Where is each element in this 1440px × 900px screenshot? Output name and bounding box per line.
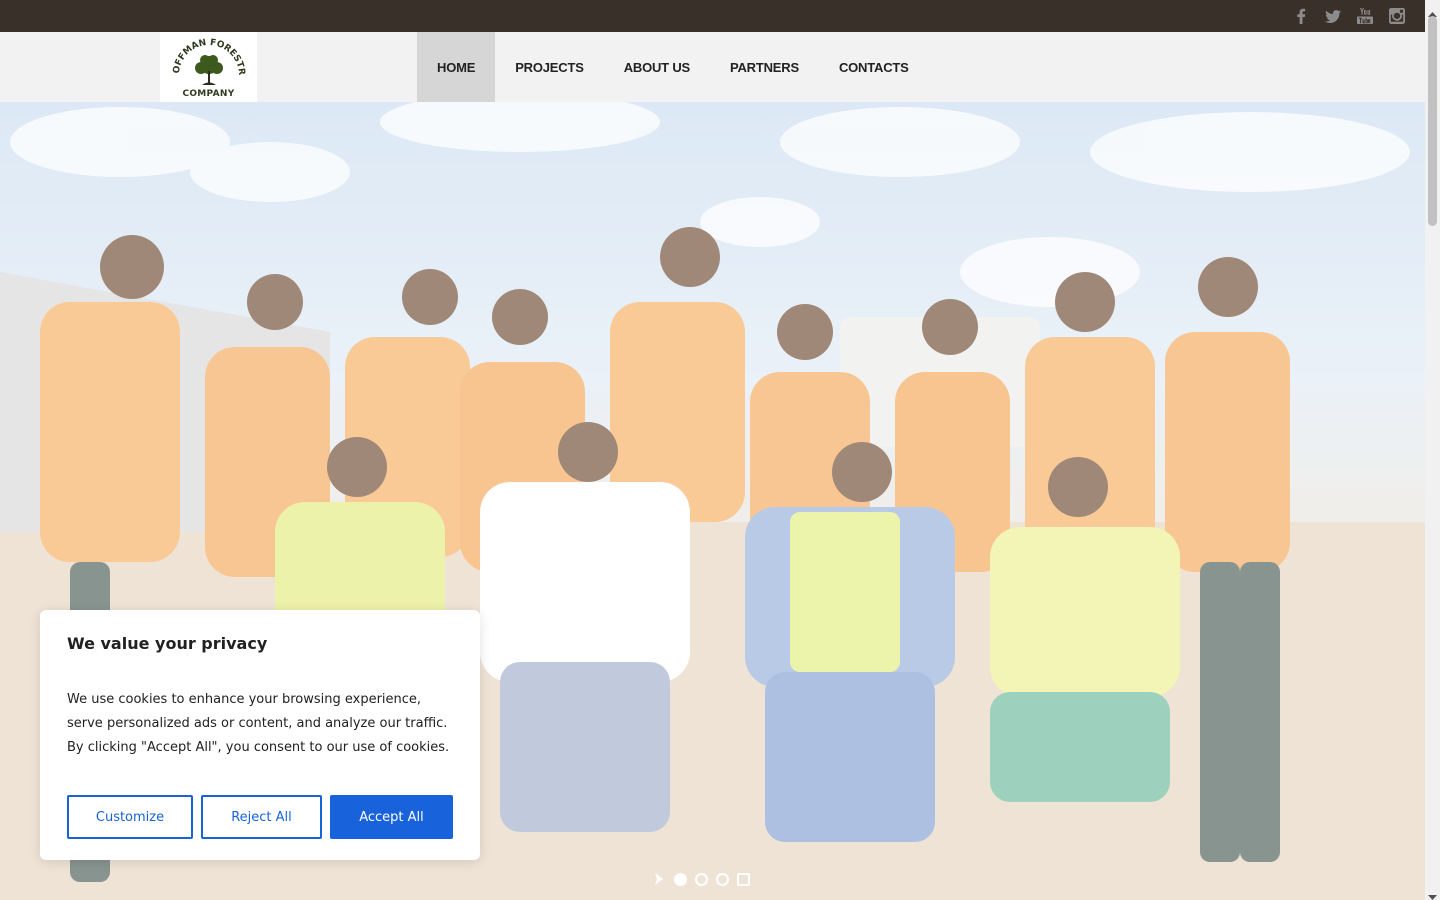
nav-contacts[interactable]: CONTACTS bbox=[819, 32, 929, 102]
scroll-up-icon[interactable] bbox=[1428, 4, 1437, 17]
reject-all-button[interactable]: Reject All bbox=[201, 795, 322, 839]
scrollbar-thumb[interactable] bbox=[1428, 16, 1437, 226]
nav-partners[interactable]: PARTNERS bbox=[710, 32, 819, 102]
cookie-title: We value your privacy bbox=[67, 634, 268, 653]
slider-controls bbox=[652, 872, 750, 886]
scroll-down-icon[interactable] bbox=[1428, 887, 1437, 900]
top-social-bar bbox=[0, 0, 1425, 32]
site-header: HOFFMAN FORESTRY COMPANY HOME PROJECTS A… bbox=[0, 32, 1425, 102]
main-nav: HOME PROJECTS ABOUT US PARTNERS CONTACTS bbox=[417, 32, 929, 102]
slider-dot-1[interactable] bbox=[674, 872, 687, 886]
youtube-icon[interactable] bbox=[1355, 7, 1375, 25]
cookie-body: We use cookies to enhance your browsing … bbox=[67, 692, 450, 755]
accept-all-button[interactable]: Accept All bbox=[330, 795, 453, 839]
nav-about-us[interactable]: ABOUT US bbox=[604, 32, 710, 102]
cookie-consent-banner: We value your privacy We use cookies to … bbox=[40, 610, 480, 860]
instagram-icon[interactable] bbox=[1387, 7, 1407, 25]
slider-dot-3[interactable] bbox=[716, 872, 729, 886]
slider-dot-4[interactable] bbox=[737, 872, 750, 886]
page-scrollbar[interactable] bbox=[1425, 0, 1440, 900]
nav-home[interactable]: HOME bbox=[417, 32, 496, 102]
social-links bbox=[1291, 7, 1407, 25]
twitter-icon[interactable] bbox=[1323, 7, 1343, 25]
facebook-icon[interactable] bbox=[1291, 7, 1311, 25]
logo-subtext: COMPANY bbox=[182, 89, 235, 99]
slider-dot-2[interactable] bbox=[695, 872, 708, 886]
slider-next-icon[interactable] bbox=[652, 872, 666, 886]
company-logo[interactable]: HOFFMAN FORESTRY COMPANY bbox=[160, 32, 257, 102]
nav-projects[interactable]: PROJECTS bbox=[495, 32, 603, 102]
customize-button[interactable]: Customize bbox=[67, 795, 193, 839]
cookie-buttons: Customize Reject All Accept All bbox=[67, 795, 453, 839]
